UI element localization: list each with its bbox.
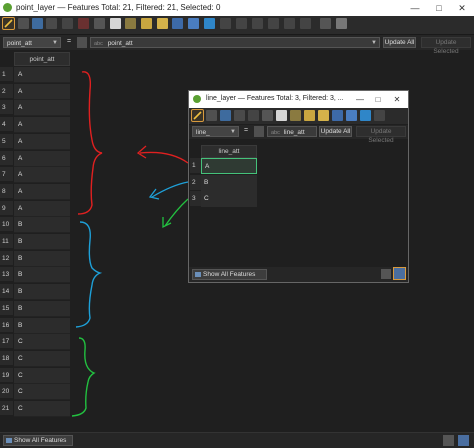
select-expression-icon[interactable] xyxy=(304,110,315,121)
expression-type-label: abc xyxy=(271,130,280,136)
save-edits-icon[interactable] xyxy=(220,110,231,121)
reload-icon[interactable] xyxy=(234,110,245,121)
filter-icon[interactable] xyxy=(360,110,371,121)
copy-icon[interactable] xyxy=(276,110,287,121)
minimize-icon[interactable]: — xyxy=(351,91,369,108)
invert-selection-icon[interactable] xyxy=(332,110,343,121)
table-view-icon[interactable] xyxy=(381,269,391,279)
dialog-title: line_layer — Features Total: 3, Filtered… xyxy=(206,95,344,102)
chevron-down-icon: ▼ xyxy=(230,129,236,135)
red-brace xyxy=(77,71,103,215)
move-selection-top-icon[interactable] xyxy=(374,110,385,121)
row-header[interactable]: 2 xyxy=(190,174,201,190)
green-brace xyxy=(71,337,96,417)
expression-builder-icon[interactable] xyxy=(254,126,264,137)
select-all-icon[interactable] xyxy=(318,110,329,121)
dialog-bottom-bar: Show All Features xyxy=(189,267,408,282)
toggle-editing-icon[interactable] xyxy=(191,109,204,122)
table-icon xyxy=(195,272,201,277)
red-arrow xyxy=(136,145,189,164)
expression-value: line_att xyxy=(283,129,305,136)
dialog-field-selector[interactable]: line_ ▼ xyxy=(192,126,239,137)
add-feature-icon[interactable] xyxy=(248,110,259,121)
table-cell[interactable]: C xyxy=(201,191,257,207)
form-view-icon[interactable] xyxy=(393,267,406,280)
column-header-line-att[interactable]: line_att xyxy=(201,145,257,158)
table-cell[interactable]: A xyxy=(201,158,257,174)
row-header[interactable]: 3 xyxy=(190,191,201,206)
cut-icon[interactable] xyxy=(262,110,273,121)
qgis-logo-icon xyxy=(193,95,201,103)
multi-edit-icon[interactable] xyxy=(206,110,217,121)
dialog-show-all-features-label: Show All Features xyxy=(203,271,256,278)
dialog-update-selected-button[interactable]: Update Selected xyxy=(356,126,406,144)
dialog-field-calculator-bar: line_ ▼ = abc line_att Update All Update… xyxy=(189,125,408,144)
dialog-titlebar: line_layer — Features Total: 3, Filtered… xyxy=(189,91,408,108)
equals-sign: = xyxy=(244,127,249,134)
line-layer-attribute-window: line_layer — Features Total: 3, Filtered… xyxy=(188,90,409,283)
green-arrow xyxy=(162,198,189,229)
dialog-show-all-features-button[interactable]: Show All Features xyxy=(192,269,267,280)
dialog-toolbar xyxy=(189,108,408,124)
paste-icon[interactable] xyxy=(290,110,301,121)
dialog-update-all-button[interactable]: Update All xyxy=(319,126,352,137)
blue-arrow xyxy=(148,181,189,200)
blue-brace xyxy=(75,221,103,328)
table-cell[interactable]: B xyxy=(201,174,257,191)
deselect-icon[interactable] xyxy=(346,110,357,121)
dialog-expression-input[interactable]: abc line_att xyxy=(267,126,317,137)
maximize-icon[interactable]: □ xyxy=(369,91,387,108)
row-header[interactable]: 1 xyxy=(190,158,201,173)
dialog-field-selector-label: line_ xyxy=(196,129,210,136)
close-icon[interactable]: ✕ xyxy=(388,91,406,108)
